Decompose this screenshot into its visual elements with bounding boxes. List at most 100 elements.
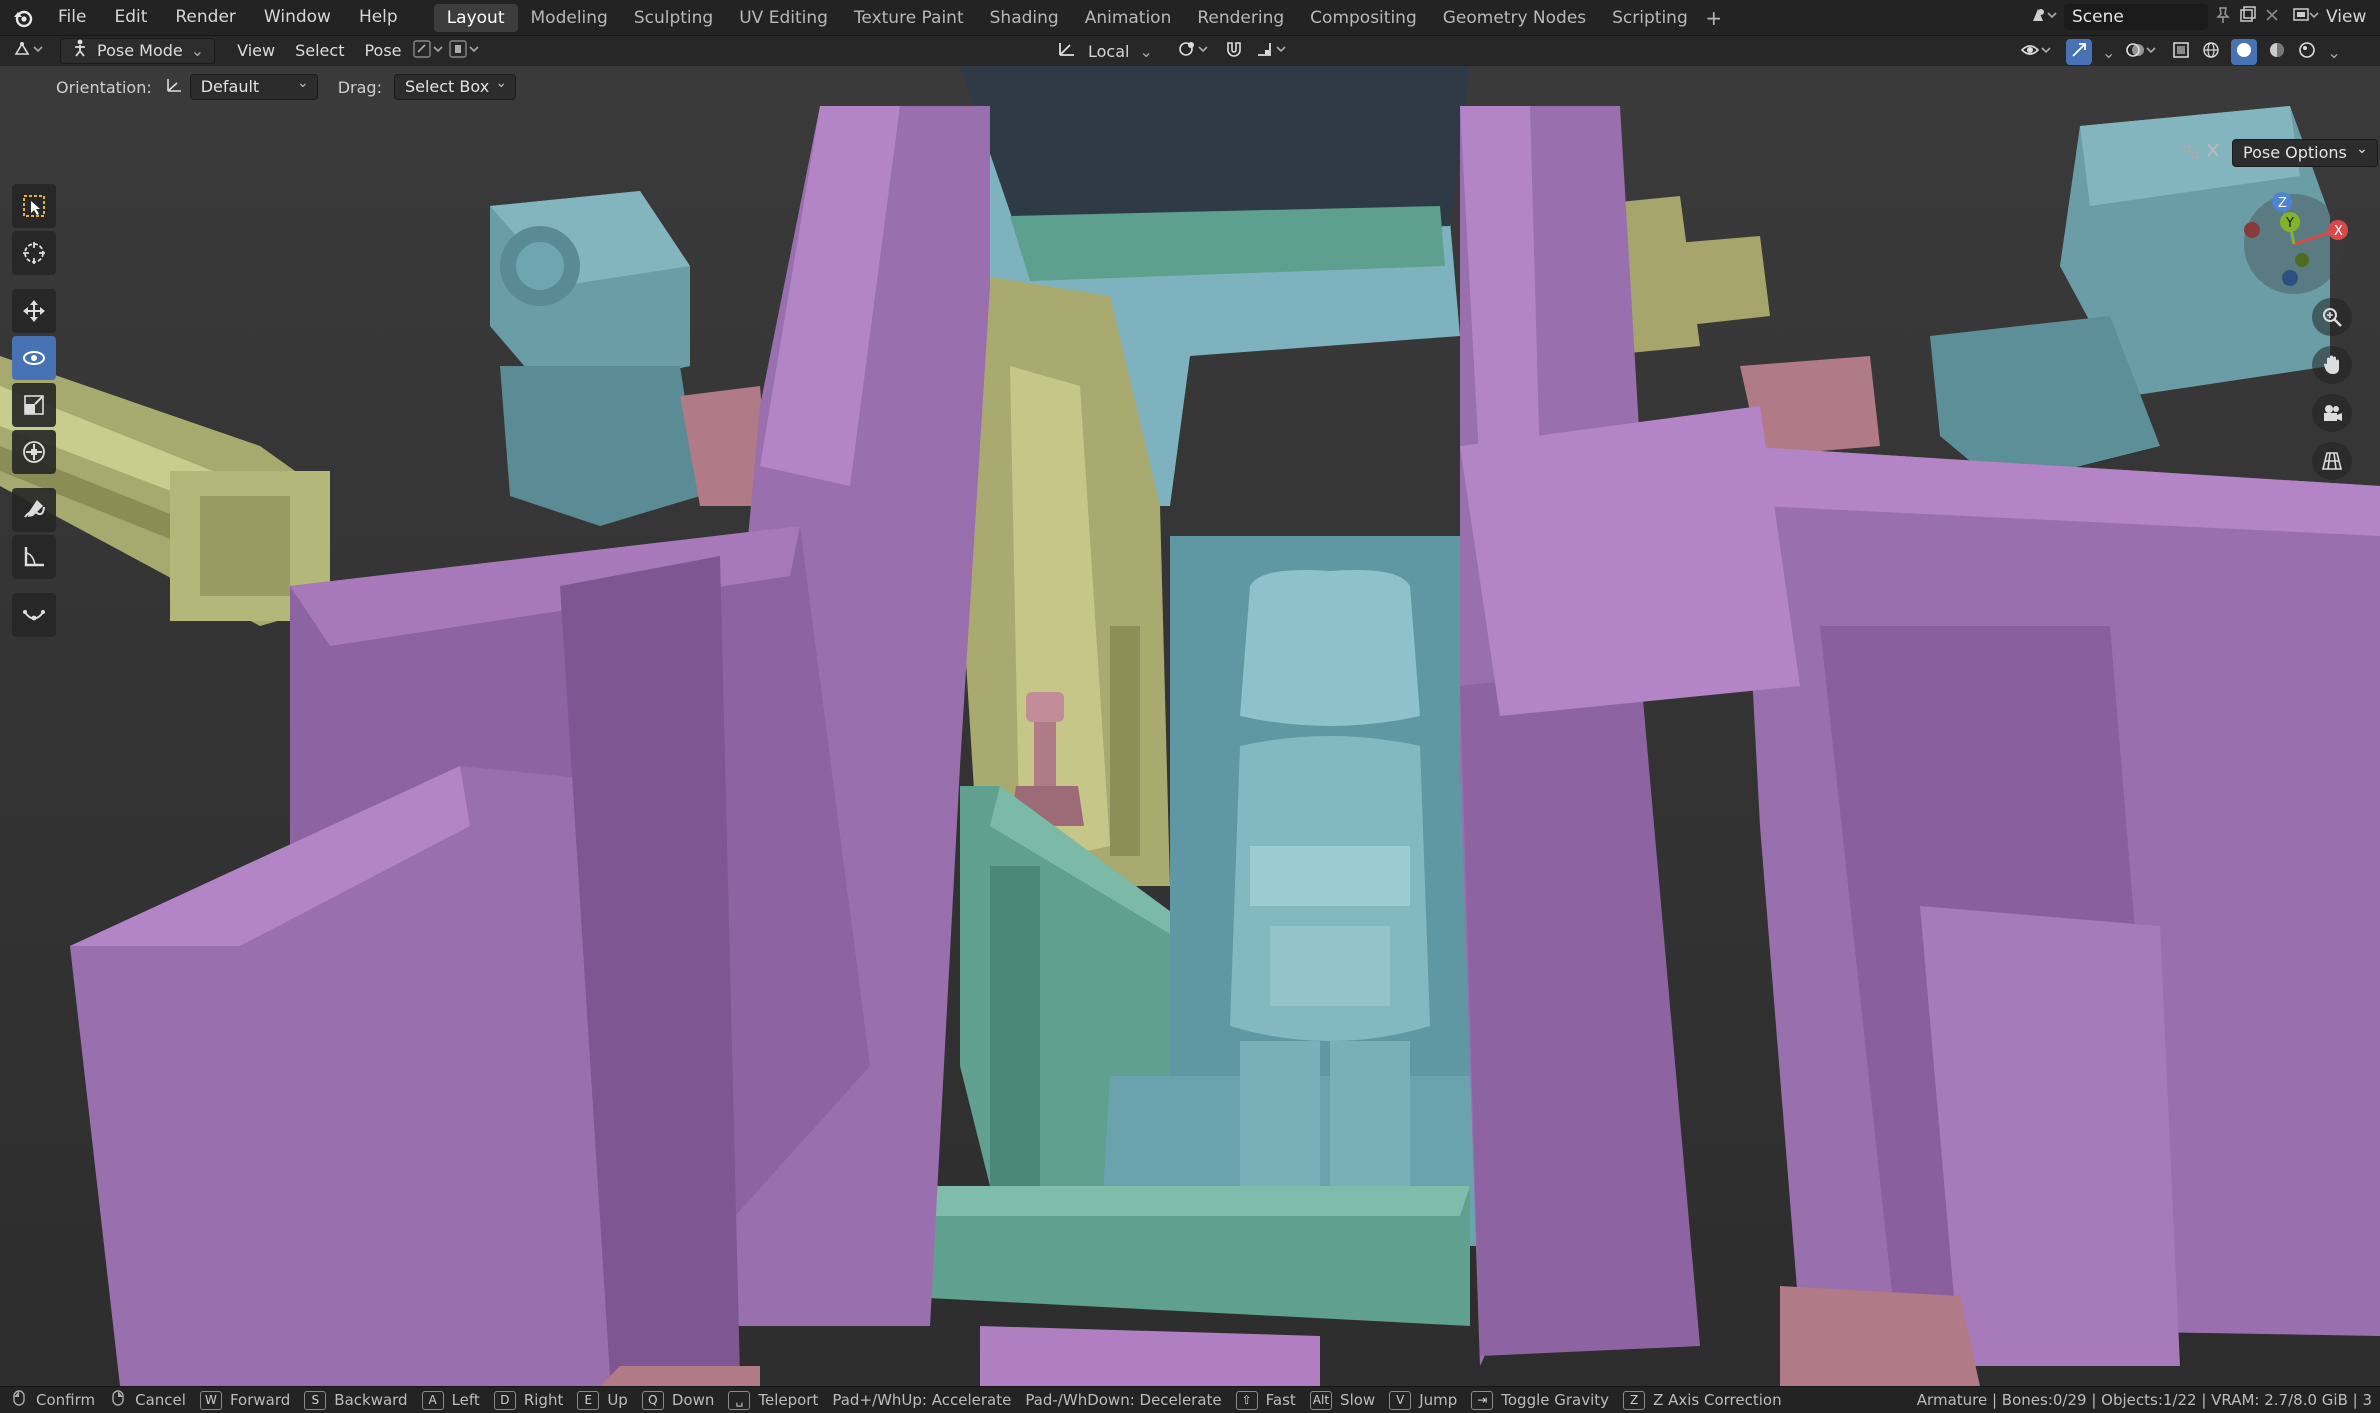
pose-options-icon-a[interactable] <box>412 39 448 63</box>
wireframe-shading-icon[interactable] <box>2201 40 2221 64</box>
mouse-left-icon <box>10 1389 28 1411</box>
snap-target-icon[interactable] <box>1255 39 1291 63</box>
scene-statistics: Armature | Bones:0/29 | Objects:1/22 | V… <box>1916 1391 2372 1409</box>
hint-backward: S Backward <box>304 1390 408 1410</box>
gizmo-x-label: X <box>2334 224 2343 239</box>
tab-scripting[interactable]: Scripting <box>1599 4 1701 32</box>
material-preview-icon[interactable] <box>2267 40 2287 64</box>
orientation-local-icon[interactable] <box>1056 39 1078 63</box>
status-bar: Confirm Cancel W Forward S Backward A Left … <box>0 1386 2380 1413</box>
orientation-dropdown[interactable]: Default <box>189 71 318 100</box>
tool-settings-bar: Orientation: Default Drag: Select Box <box>0 68 2380 106</box>
hint-accelerate: Pad+/WhUp: Accelerate <box>832 1391 1012 1409</box>
tab-uv-editing[interactable]: UV Editing <box>726 4 841 32</box>
tab-rendering[interactable]: Rendering <box>1184 4 1297 32</box>
gizmo-toggle-icon[interactable] <box>2066 39 2092 65</box>
navigation-gizmo[interactable]: X Z Y <box>2230 184 2370 304</box>
menu-help[interactable]: Help <box>345 0 412 35</box>
rendered-shading-icon[interactable] <box>2297 40 2317 64</box>
view-layer-selector: View <box>2292 4 2366 30</box>
scene-name-field[interactable]: Scene <box>2064 4 2208 30</box>
scene-selector: Scene <box>2030 4 2280 30</box>
menu-edit[interactable]: Edit <box>100 0 161 35</box>
menu-pose[interactable]: Pose <box>354 39 411 63</box>
viewport-scene[interactable] <box>0 66 2380 1386</box>
gizmo-z-label: Z <box>2278 196 2287 211</box>
x-mirror-icon[interactable] <box>2206 142 2220 162</box>
top-bar: File Edit Render Window Help Layout Mode… <box>0 0 2380 36</box>
perspective-grid-icon[interactable] <box>2312 442 2352 480</box>
pose-options-dropdown[interactable]: Pose Options <box>2232 136 2378 167</box>
tab-modeling[interactable]: Modeling <box>518 4 621 32</box>
hint-cancel: Cancel <box>109 1389 186 1411</box>
rotate-tool-icon[interactable] <box>12 336 56 380</box>
menu-window[interactable]: Window <box>250 0 345 35</box>
hint-teleport: ␣ Teleport <box>728 1390 818 1410</box>
transform-tool-icon[interactable] <box>12 430 56 474</box>
orientation-default-icon <box>164 76 184 98</box>
menu-file[interactable]: File <box>44 0 100 35</box>
scene-icon[interactable] <box>2030 5 2058 30</box>
select-box-tool-icon[interactable] <box>12 184 56 228</box>
view-layer-label[interactable]: View <box>2326 7 2366 27</box>
visibility-eye-icon[interactable] <box>2020 40 2056 64</box>
snap-magnet-icon[interactable] <box>1223 39 1245 63</box>
chevron-down-icon: ⌄ <box>1139 41 1153 61</box>
zoom-icon[interactable] <box>2312 298 2352 336</box>
new-scene-icon[interactable] <box>2238 5 2258 29</box>
add-workspace-button[interactable]: + <box>1701 6 1727 30</box>
pan-hand-icon[interactable] <box>2312 346 2352 384</box>
move-tool-icon[interactable] <box>12 289 56 333</box>
close-scene-icon[interactable] <box>2264 7 2280 28</box>
tab-shading[interactable]: Shading <box>977 4 1072 32</box>
cursor-tool-icon[interactable] <box>12 231 56 275</box>
tab-sculpting[interactable]: Sculpting <box>621 4 726 32</box>
scale-tool-icon[interactable] <box>12 383 56 427</box>
editor-type-icon[interactable] <box>12 38 46 64</box>
orientation-label: Orientation: <box>56 77 152 97</box>
xray-toggle-icon[interactable] <box>2171 40 2191 64</box>
transform-settings: Local ⌄ <box>1056 39 1291 63</box>
overlays-icon[interactable] <box>2125 40 2161 64</box>
chevron-down-icon: ⌄ <box>2102 42 2116 62</box>
mode-selector[interactable]: Pose Mode ⌄ <box>60 38 216 64</box>
hint-jump: V Jump <box>1389 1390 1457 1410</box>
pin-icon[interactable] <box>2214 6 2232 29</box>
tab-compositing[interactable]: Compositing <box>1297 4 1430 32</box>
hint-down: Q Down <box>641 1390 714 1410</box>
tab-geometry-nodes[interactable]: Geometry Nodes <box>1430 4 1599 32</box>
gizmo-y-label: Y <box>2285 216 2294 231</box>
transform-orientation-label[interactable]: Local <box>1088 42 1129 61</box>
menu-select[interactable]: Select <box>285 39 354 63</box>
menu-view[interactable]: View <box>227 39 285 63</box>
blender-logo-icon[interactable] <box>12 7 34 29</box>
hint-confirm: Confirm <box>10 1389 95 1411</box>
measure-tool-icon[interactable] <box>12 535 56 579</box>
snap-settings-icon[interactable] <box>2180 142 2202 166</box>
drag-label: Drag: <box>337 77 382 97</box>
hint-right: D Right <box>493 1390 563 1410</box>
hint-slow: Alt Slow <box>1309 1390 1375 1410</box>
viewport-shading-controls: ⌄ ⌄ <box>2020 39 2341 65</box>
annotate-tool-icon[interactable] <box>12 488 56 532</box>
tab-texture-paint[interactable]: Texture Paint <box>841 4 977 32</box>
camera-view-icon[interactable] <box>2312 394 2352 432</box>
tab-animation[interactable]: Animation <box>1072 4 1185 32</box>
mode-label: Pose Mode <box>97 41 183 60</box>
solid-shading-icon[interactable] <box>2231 39 2258 65</box>
hint-up: E Up <box>577 1390 628 1410</box>
pose-options-icon-b[interactable] <box>448 39 484 63</box>
menu-render[interactable]: Render <box>161 0 250 35</box>
tab-layout[interactable]: Layout <box>433 3 518 32</box>
pivot-point-icon[interactable] <box>1177 39 1213 63</box>
chevron-down-icon: ⌄ <box>190 41 205 60</box>
bone-roll-tool-icon[interactable] <box>12 593 56 637</box>
workspace-tabs: Layout Modeling Sculpting UV Editing Tex… <box>433 0 1727 35</box>
drag-dropdown[interactable]: Select Box <box>393 71 517 100</box>
chevron-down-icon: ⌄ <box>2327 42 2341 62</box>
hint-z-axis-correction: ZZ Axis Correction <box>1623 1390 1782 1410</box>
navigation-buttons <box>2312 298 2352 480</box>
hint-left: A Left <box>421 1390 480 1410</box>
view-layer-icon[interactable] <box>2292 5 2320 30</box>
3d-viewport[interactable]: X Z Y Pose Options <box>0 66 2380 1386</box>
